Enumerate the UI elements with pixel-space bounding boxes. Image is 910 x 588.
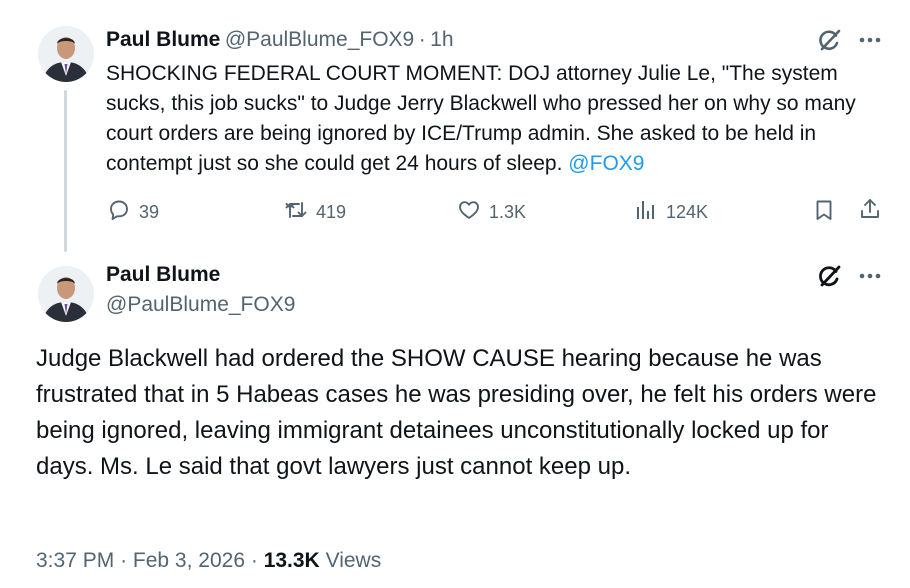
author-handle[interactable]: @PaulBlume_FOX9 — [225, 28, 414, 51]
separator-dot: · — [418, 28, 426, 51]
reply-count: 39 — [139, 202, 160, 222]
grok-icon[interactable] — [815, 26, 843, 54]
views-count: 13.3K — [263, 549, 320, 572]
tweet-date[interactable]: Feb 3, 2026 — [133, 549, 245, 572]
views-count: 124K — [666, 202, 709, 222]
thread-line — [64, 90, 67, 252]
views-button[interactable]: 124K — [634, 198, 708, 227]
tweet-time[interactable]: 3:37 PM — [36, 549, 114, 572]
views-icon — [634, 198, 658, 227]
separator-dot: · — [120, 549, 128, 572]
repost-button[interactable]: 419 — [284, 198, 346, 227]
reply-button[interactable]: 39 — [107, 198, 159, 227]
repost-icon — [284, 198, 308, 227]
bookmark-icon[interactable] — [812, 198, 836, 222]
avatar[interactable] — [38, 26, 94, 82]
repost-count: 419 — [316, 202, 347, 222]
author-handle[interactable]: @PaulBlume_FOX9 — [106, 293, 295, 317]
more-icon[interactable] — [856, 28, 884, 52]
tweet-time[interactable]: 1h — [430, 28, 453, 51]
like-count: 1.3K — [489, 202, 527, 222]
views-label: Views — [325, 549, 382, 572]
tweet1-text: SHOCKING FEDERAL COURT MOMENT: DOJ attor… — [106, 59, 886, 179]
author-name[interactable]: Paul Blume — [106, 263, 220, 287]
tweet1-header: Paul Blume @PaulBlume_FOX9 · 1h — [106, 28, 454, 52]
separator-dot: · — [250, 549, 258, 572]
reply-icon — [107, 198, 131, 227]
more-icon[interactable] — [856, 264, 884, 288]
author-name[interactable]: Paul Blume — [106, 28, 220, 51]
mention-link[interactable]: @FOX9 — [568, 152, 644, 175]
grok-icon[interactable] — [815, 262, 843, 290]
tweet1-body: SHOCKING FEDERAL COURT MOMENT: DOJ attor… — [106, 62, 856, 175]
share-icon[interactable] — [858, 197, 882, 221]
like-icon — [457, 198, 481, 227]
tweet-meta: 3:37 PM · Feb 3, 2026 · 13.3K Views — [36, 549, 381, 573]
tweet2-text: Judge Blackwell had ordered the SHOW CAU… — [36, 345, 877, 480]
avatar[interactable] — [38, 266, 94, 322]
like-button[interactable]: 1.3K — [457, 198, 526, 227]
